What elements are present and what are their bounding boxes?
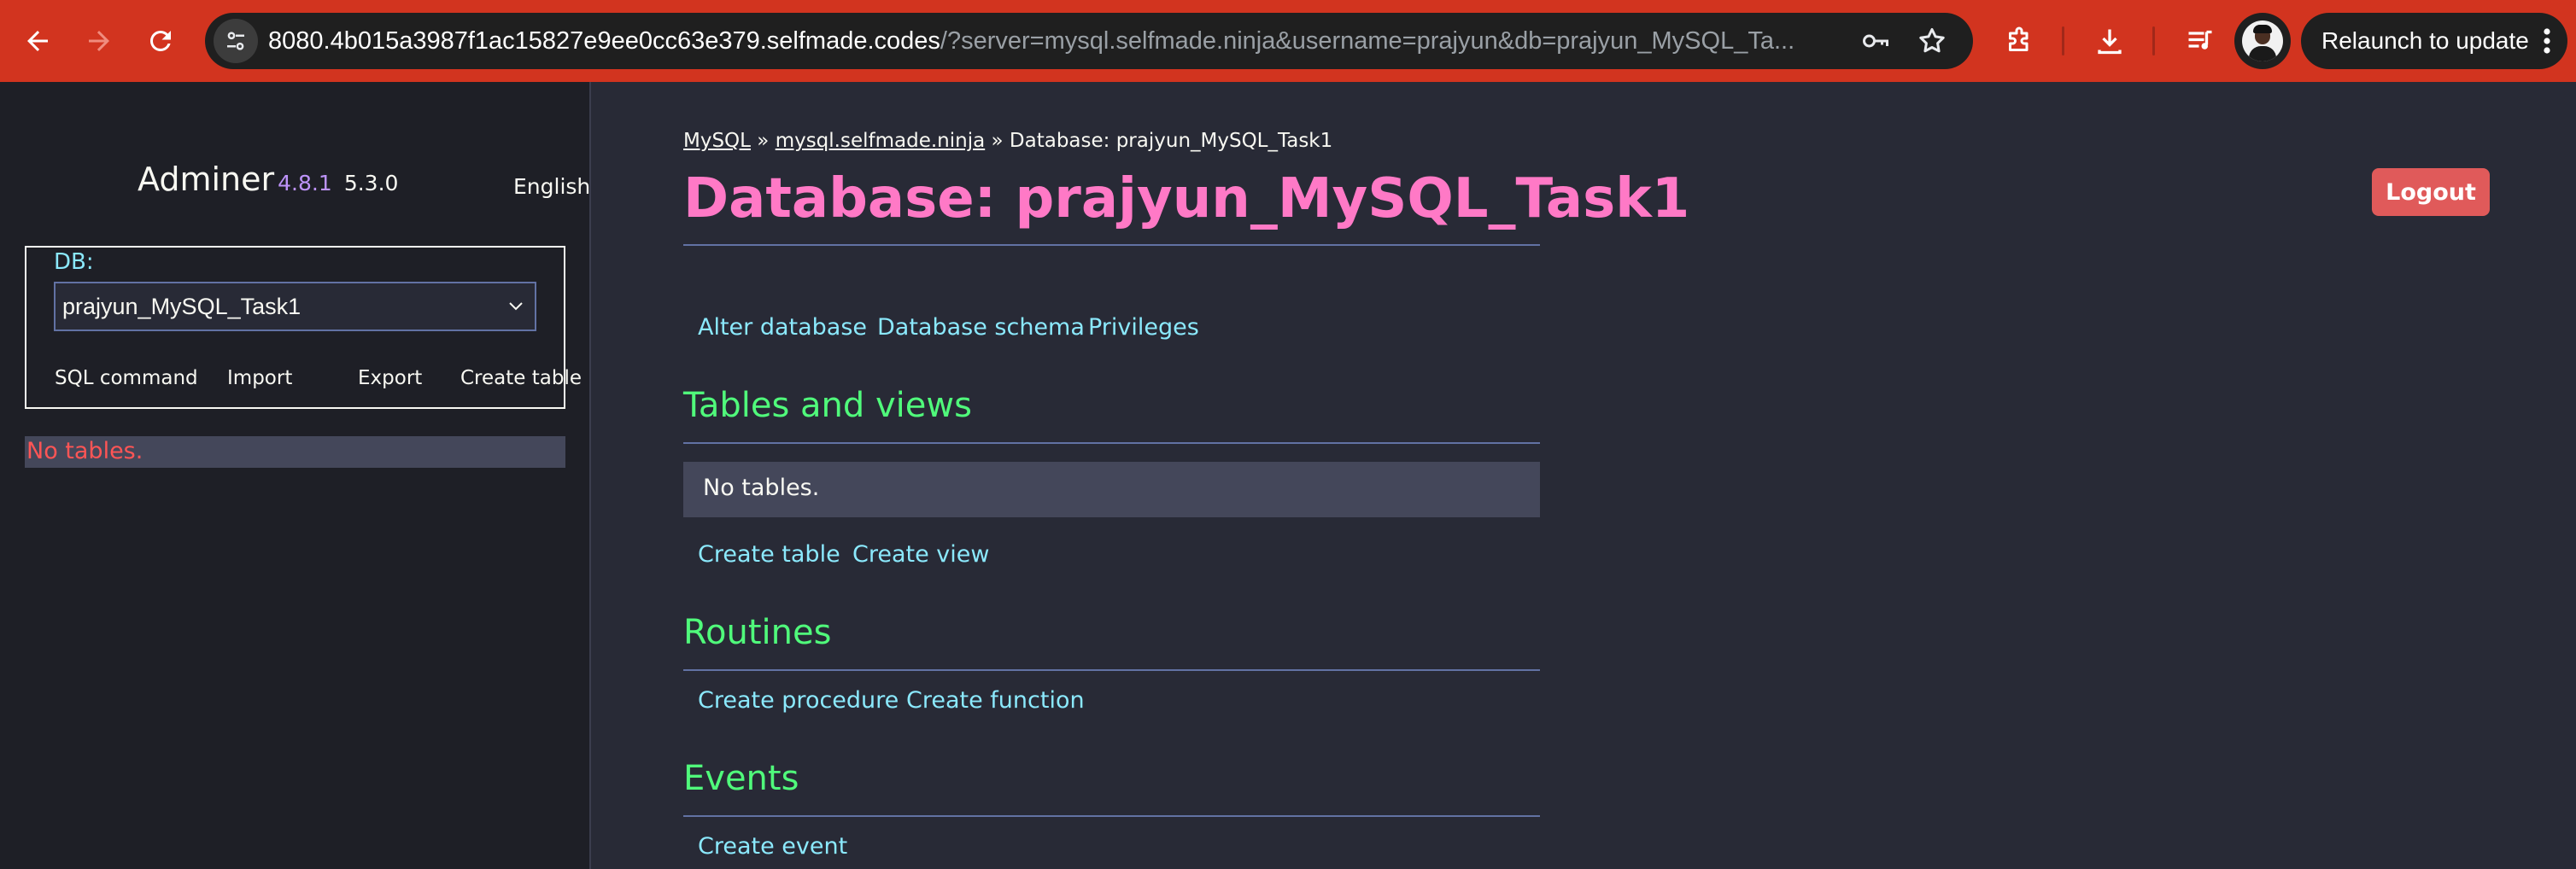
back-icon[interactable] bbox=[17, 20, 58, 61]
db-selector-panel: DB: prajyun_MySQL_Task1 SQL command Impo… bbox=[25, 246, 582, 409]
downloads-icon[interactable] bbox=[2089, 20, 2130, 61]
address-bar[interactable]: 8080.4b015a3987f1ac15827e9ee0cc63e379.se… bbox=[205, 13, 1973, 69]
reload-icon[interactable] bbox=[140, 20, 181, 61]
tables-and-views-heading: Tables and views bbox=[683, 386, 972, 425]
no-tables-message: No tables. bbox=[26, 438, 143, 464]
routines-heading: Routines bbox=[683, 613, 832, 652]
database-schema-link[interactable]: Database schema bbox=[877, 314, 1085, 341]
adminer-logo[interactable]: Adminer 4.8.1 5.3.0 bbox=[138, 160, 398, 198]
menu-dots-icon[interactable] bbox=[2538, 27, 2556, 55]
logout-button[interactable]: Logout bbox=[2372, 168, 2490, 216]
breadcrumb-mysql[interactable]: MySQL bbox=[683, 130, 751, 152]
section-divider bbox=[683, 669, 1540, 671]
db-label: DB: bbox=[54, 249, 94, 275]
db-select[interactable]: prajyun_MySQL_Task1 bbox=[54, 282, 536, 331]
url-path: /?server=mysql.selfmade.ninja&username=p… bbox=[940, 27, 1795, 55]
relaunch-label: Relaunch to update bbox=[2321, 27, 2529, 54]
page-title: Database: prajyun_MySQL_Task1 bbox=[683, 167, 1690, 230]
profile-avatar[interactable] bbox=[2234, 13, 2291, 69]
avatar-image bbox=[2242, 20, 2283, 61]
create-table-link[interactable]: Create table bbox=[460, 367, 582, 389]
breadcrumb-separator: » bbox=[985, 130, 1010, 152]
tables-empty-row: No tables. bbox=[683, 462, 1540, 517]
app-name[interactable]: Adminer bbox=[138, 160, 274, 198]
import-link[interactable]: Import bbox=[227, 367, 292, 389]
bookmark-star-icon[interactable] bbox=[1915, 24, 1949, 58]
breadcrumb-server[interactable]: mysql.selfmade.ninja bbox=[776, 130, 986, 152]
breadcrumb-separator: » bbox=[750, 130, 776, 152]
section-divider bbox=[683, 815, 1540, 817]
sql-command-link[interactable]: SQL command bbox=[55, 367, 198, 389]
alter-database-link[interactable]: Alter database bbox=[698, 314, 867, 341]
breadcrumb-current: Database: prajyun_MySQL_Task1 bbox=[1009, 130, 1333, 152]
privileges-link[interactable]: Privileges bbox=[1088, 314, 1199, 341]
create-view-link[interactable]: Create view bbox=[852, 541, 989, 568]
section-divider bbox=[683, 442, 1540, 444]
title-divider bbox=[683, 244, 1540, 246]
relaunch-to-update-button[interactable]: Relaunch to update bbox=[2301, 13, 2567, 69]
server-version: 5.3.0 bbox=[343, 171, 399, 195]
media-control-icon[interactable] bbox=[2180, 20, 2221, 61]
create-procedure-link[interactable]: Create procedure bbox=[698, 687, 899, 714]
extensions-icon[interactable] bbox=[1999, 20, 2040, 61]
version-label: 4.8.1 bbox=[278, 171, 332, 195]
sidebar: Adminer 4.8.1 5.3.0 English DB: prajyun_M… bbox=[0, 82, 590, 869]
main-content: MySQL » mysql.selfmade.ninja » Database:… bbox=[591, 82, 2576, 869]
password-key-icon[interactable] bbox=[1859, 24, 1893, 58]
sidebar-table-list: No tables. bbox=[25, 436, 565, 468]
create-event-link[interactable]: Create event bbox=[698, 833, 847, 860]
breadcrumb: MySQL » mysql.selfmade.ninja » Database:… bbox=[683, 130, 1332, 152]
toolbar-separator bbox=[2152, 26, 2155, 55]
language-select[interactable]: English bbox=[513, 174, 590, 199]
tables-empty-message: No tables. bbox=[703, 475, 820, 501]
site-info-icon[interactable] bbox=[214, 19, 258, 63]
create-table-link[interactable]: Create table bbox=[698, 541, 840, 568]
create-function-link[interactable]: Create function bbox=[906, 687, 1085, 714]
browser-toolbar: 8080.4b015a3987f1ac15827e9ee0cc63e379.se… bbox=[0, 0, 2576, 82]
url-host: 8080.4b015a3987f1ac15827e9ee0cc63e379.se… bbox=[268, 27, 940, 55]
forward-icon[interactable] bbox=[79, 20, 120, 61]
toolbar-separator bbox=[2062, 26, 2064, 55]
chevron-down-icon bbox=[509, 302, 523, 311]
url-text[interactable]: 8080.4b015a3987f1ac15827e9ee0cc63e379.se… bbox=[268, 13, 2045, 69]
export-link[interactable]: Export bbox=[358, 367, 422, 389]
db-select-value: prajyun_MySQL_Task1 bbox=[62, 294, 302, 319]
events-heading: Events bbox=[683, 759, 799, 798]
